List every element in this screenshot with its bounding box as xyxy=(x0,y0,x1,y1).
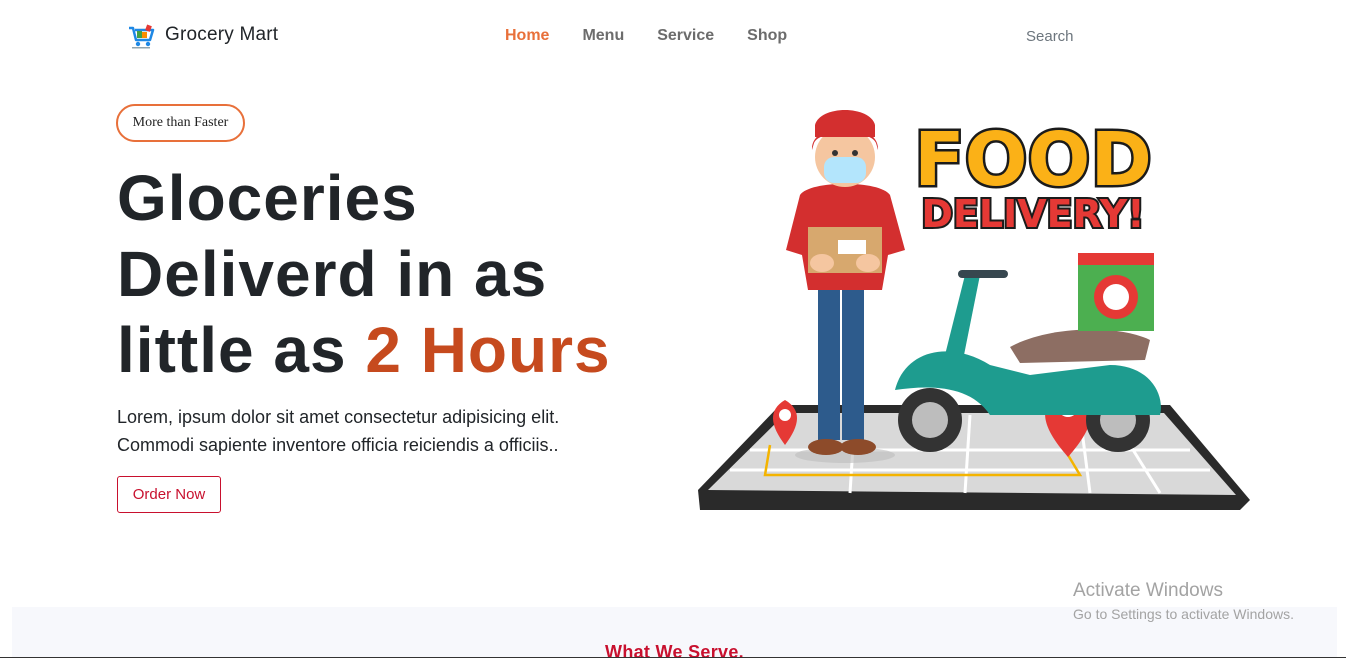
food-delivery-logo: FOOD DELIVERY! xyxy=(912,115,1155,239)
main-nav: Home Menu Service Shop xyxy=(505,27,820,45)
logo-food-text: FOOD xyxy=(914,117,1152,203)
section-title: What We Serve. xyxy=(605,642,744,662)
nav-service[interactable]: Service xyxy=(657,27,714,45)
cart-icon xyxy=(129,24,155,49)
nav-shop[interactable]: Shop xyxy=(747,27,787,45)
hero-title: Gloceries Deliverd in as little as 2 Hou… xyxy=(117,160,697,388)
hero-description-line-1: Lorem, ipsum dolor sit amet consectetur … xyxy=(117,407,560,427)
watermark-title: Activate Windows xyxy=(1073,580,1223,601)
search-input[interactable] xyxy=(1020,26,1142,47)
watermark-subtitle: Go to Settings to activate Windows. xyxy=(1073,606,1294,622)
logo-delivery-text: DELIVERY! xyxy=(921,192,1144,236)
brand[interactable]: Grocery Mart xyxy=(127,20,278,50)
hero-title-line-3-text: little as xyxy=(117,314,347,386)
food-delivery-illustration: FOOD DELIVERY! xyxy=(698,110,1250,510)
hero-title-line-1: Gloceries xyxy=(117,162,418,234)
brand-name: Grocery Mart xyxy=(165,24,279,45)
hero-title-line-3: little as 2 Hours xyxy=(117,312,697,388)
activate-windows-watermark: Activate Windows Go to Settings to activ… xyxy=(1073,580,1294,622)
hero-title-accent: 2 Hours xyxy=(365,314,611,386)
nav-home[interactable]: Home xyxy=(505,27,549,45)
hero-description-line-2: Commodi sapiente inventore officia reici… xyxy=(117,435,559,455)
hero-title-line-2: Deliverd in as xyxy=(117,238,548,310)
hero-badge: More than Faster xyxy=(116,104,245,142)
hero-description: Lorem, ipsum dolor sit amet consectetur … xyxy=(117,403,637,459)
nav-menu[interactable]: Menu xyxy=(582,27,624,45)
order-now-button[interactable]: Order Now xyxy=(117,476,221,513)
